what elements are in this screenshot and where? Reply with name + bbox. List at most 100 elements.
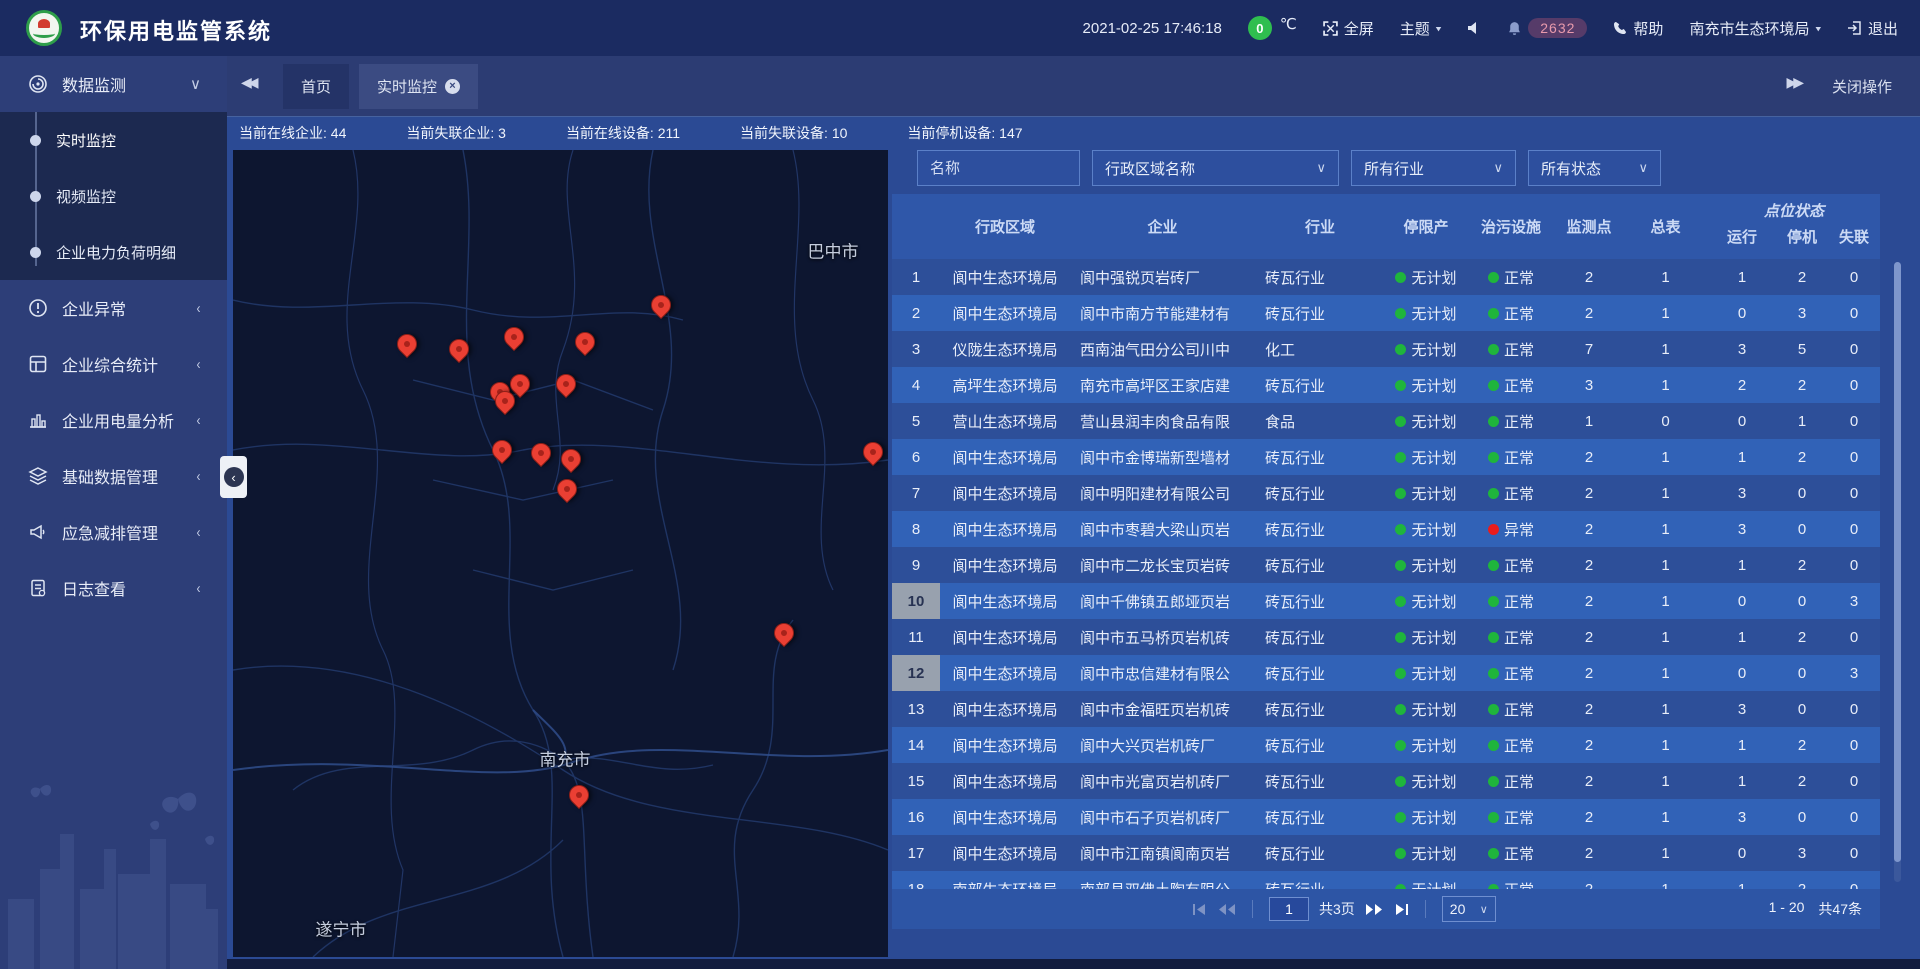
sidebar-subitem[interactable]: 企业电力负荷明细 <box>0 224 227 280</box>
mute-button[interactable] <box>1467 21 1481 35</box>
table-row[interactable]: 12阆中生态环境局阆中市忠信建材有限公砖瓦行业无计划正常21003 <box>892 655 1880 691</box>
cell-lost-count: 3 <box>1828 655 1880 691</box>
total-pages-label: 共3页 <box>1319 899 1355 919</box>
sidebar-item-5[interactable]: 应急减排管理‹ <box>0 504 227 560</box>
table-row[interactable]: 6阆中生态环境局阆中市金博瑞新型墙材砖瓦行业无计划正常21120 <box>892 439 1880 475</box>
sidebar-item-0[interactable]: 数据监测∨ <box>0 56 227 112</box>
table-row[interactable]: 17阆中生态环境局阆中市江南镇阆南页岩砖瓦行业无计划正常21030 <box>892 835 1880 871</box>
cell-stopped-count: 3 <box>1776 835 1828 871</box>
notifications-button[interactable]: 2632 <box>1507 18 1587 38</box>
cell-company: 阆中市二龙长宝页岩砖 <box>1070 547 1255 583</box>
logo-emblem-icon <box>38 19 50 28</box>
pagination-controls: 共3页 20 ∨ <box>1192 896 1496 922</box>
stat-item: 当前在线企业: 44 <box>239 123 346 143</box>
cell-meter-count: 1 <box>1623 547 1708 583</box>
pager-prev-button[interactable] <box>1218 903 1236 916</box>
map-panel[interactable]: 巴中市南充市遂宁市 <box>233 150 888 957</box>
cell-run-count: 1 <box>1708 259 1776 295</box>
pager-divider <box>1425 900 1426 918</box>
sidebar-item-3[interactable]: 企业用电量分析‹ <box>0 392 227 448</box>
scrollbar-thumb[interactable] <box>1894 262 1901 862</box>
logout-button[interactable]: 退出 <box>1847 18 1898 39</box>
table-row[interactable]: 4高坪生态环境局南充市高坪区王家店建砖瓦行业无计划正常31220 <box>892 367 1880 403</box>
col-header-facility: 治污设施 <box>1467 194 1555 259</box>
page-number-input[interactable] <box>1269 897 1309 921</box>
status-dot-icon <box>1395 704 1406 715</box>
sidebar-item-6[interactable]: 日志查看‹ <box>0 560 227 616</box>
monitor-icon <box>28 74 48 94</box>
help-button[interactable]: 帮助 <box>1613 18 1663 39</box>
cell-region: 阆中生态环境局 <box>940 547 1070 583</box>
table-row[interactable]: 9阆中生态环境局阆中市二龙长宝页岩砖砖瓦行业无计划正常21120 <box>892 547 1880 583</box>
bullet-dot-icon <box>30 135 41 146</box>
cell-stopped-count: 2 <box>1776 367 1828 403</box>
table-row[interactable]: 2阆中生态环境局阆中市南方节能建材有砖瓦行业无计划正常21030 <box>892 295 1880 331</box>
cell-industry: 砖瓦行业 <box>1255 619 1385 655</box>
status-dot-icon <box>1395 344 1406 355</box>
table-row[interactable]: 18南部生态环境局南部县双佛土陶有限公砖瓦行业无计划正常21120 <box>892 871 1880 889</box>
table-row[interactable]: 3仪陇生态环境局西南油气田分公司川中化工无计划正常71350 <box>892 331 1880 367</box>
table-row[interactable]: 11阆中生态环境局阆中市五马桥页岩机砖砖瓦行业无计划正常21120 <box>892 619 1880 655</box>
status-dot-icon <box>1395 848 1406 859</box>
sidebar-item-4[interactable]: 基础数据管理‹ <box>0 448 227 504</box>
map-roads <box>233 150 888 957</box>
table-row[interactable]: 15阆中生态环境局阆中市光富页岩机砖厂砖瓦行业无计划正常21120 <box>892 763 1880 799</box>
pager-next-button[interactable] <box>1365 903 1383 916</box>
cell-region: 阆中生态环境局 <box>940 763 1070 799</box>
cell-company: 阆中市石子页岩机砖厂 <box>1070 799 1255 835</box>
cell-stopped-count: 3 <box>1776 295 1828 331</box>
cell-company: 阆中强锐页岩砖厂 <box>1070 259 1255 295</box>
cell-stop-status: 无计划 <box>1385 871 1467 889</box>
industry-filter-select[interactable]: 所有行业 ∨ <box>1351 150 1516 186</box>
tab-home[interactable]: 首页 <box>283 64 349 109</box>
pager-last-button[interactable] <box>1393 903 1409 916</box>
status-dot-icon <box>1395 668 1406 679</box>
table-row[interactable]: 1阆中生态环境局阆中强锐页岩砖厂砖瓦行业无计划正常21120 <box>892 259 1880 295</box>
sidebar-collapse-button[interactable]: ‹ <box>220 456 247 498</box>
tabs-scroll-left-button[interactable]: ◀◀ <box>241 74 255 91</box>
table-row[interactable]: 8阆中生态环境局阆中市枣碧大梁山页岩砖瓦行业无计划异常21300 <box>892 511 1880 547</box>
sidebar-item-2[interactable]: 企业综合统计‹ <box>0 336 227 392</box>
status-dot-icon <box>1395 452 1406 463</box>
pager-first-button[interactable] <box>1192 903 1208 916</box>
sidebar-subitem[interactable]: 视频监控 <box>0 168 227 224</box>
name-filter-input[interactable] <box>917 150 1080 186</box>
page-size-select[interactable]: 20 ∨ <box>1442 896 1496 922</box>
table-scrollbar[interactable] <box>1894 262 1901 882</box>
table-row[interactable]: 7阆中生态环境局阆中明阳建材有限公司砖瓦行业无计划正常21300 <box>892 475 1880 511</box>
table-row[interactable]: 10阆中生态环境局阆中千佛镇五郎垭页岩砖瓦行业无计划正常21003 <box>892 583 1880 619</box>
theme-dropdown[interactable]: 主题 ▾ <box>1400 18 1442 39</box>
tab-realtime-monitor[interactable]: 实时监控 × <box>359 64 478 109</box>
cell-facility-status: 正常 <box>1467 259 1555 295</box>
sidebar-item-1[interactable]: 企业异常‹ <box>0 280 227 336</box>
cell-run-count: 0 <box>1708 295 1776 331</box>
col-header-run: 运行 <box>1708 222 1776 259</box>
logo-ring-icon <box>33 29 55 38</box>
table-row[interactable]: 13阆中生态环境局阆中市金福旺页岩机砖砖瓦行业无计划正常21300 <box>892 691 1880 727</box>
total-count-label: 共47条 <box>1818 899 1862 919</box>
table-row[interactable]: 14阆中生态环境局阆中大兴页岩机砖厂砖瓦行业无计划正常21120 <box>892 727 1880 763</box>
cell-meter-count: 1 <box>1623 799 1708 835</box>
region-filter-select[interactable]: 行政区域名称 ∨ <box>1092 150 1339 186</box>
cell-monitor-count: 2 <box>1555 835 1623 871</box>
close-operations-button[interactable]: 关闭操作 <box>1832 76 1892 97</box>
cell-facility-status: 正常 <box>1467 439 1555 475</box>
cell-stop-status: 无计划 <box>1385 763 1467 799</box>
cell-index: 10 <box>892 583 940 619</box>
cell-monitor-count: 2 <box>1555 763 1623 799</box>
status-dot-icon <box>1488 380 1499 391</box>
table-row[interactable]: 5营山生态环境局营山县润丰肉食品有限食品无计划正常10010 <box>892 403 1880 439</box>
status-dot-icon <box>1395 308 1406 319</box>
cell-monitor-count: 2 <box>1555 439 1623 475</box>
tabs-scroll-right-button[interactable]: ▶▶ <box>1786 74 1800 91</box>
status-filter-select[interactable]: 所有状态 ∨ <box>1528 150 1661 186</box>
chevron-left-icon: ‹ <box>197 301 201 316</box>
org-dropdown[interactable]: 南充市生态环境局 ▾ <box>1689 18 1821 39</box>
sidebar-subitem[interactable]: 实时监控 <box>0 112 227 168</box>
sidebar-item-label: 应急减排管理 <box>62 520 158 544</box>
cell-facility-status: 正常 <box>1467 295 1555 331</box>
fullscreen-button[interactable]: 全屏 <box>1323 18 1374 39</box>
tabbar: ◀◀ 首页 实时监控 × ▶▶ 关闭操作 <box>227 56 1920 116</box>
tab-close-icon[interactable]: × <box>445 79 460 94</box>
table-row[interactable]: 16阆中生态环境局阆中市石子页岩机砖厂砖瓦行业无计划正常21300 <box>892 799 1880 835</box>
